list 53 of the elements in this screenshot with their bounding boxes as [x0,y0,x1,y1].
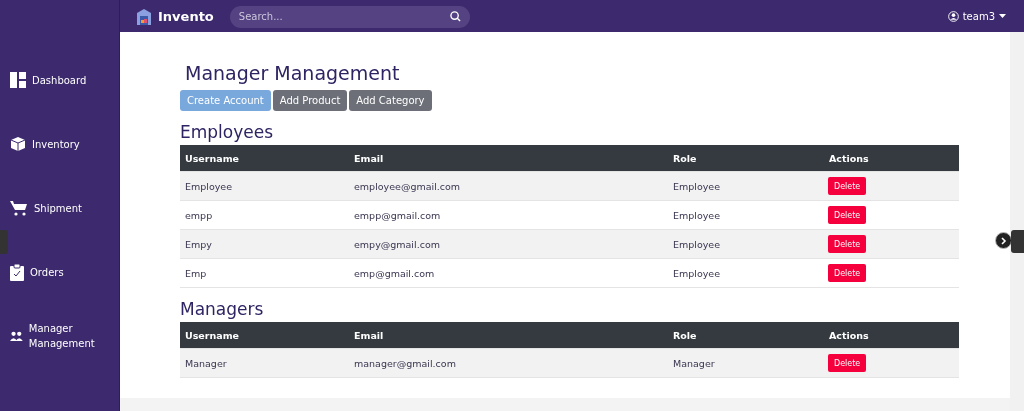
action-button[interactable]: Add Product [272,90,348,111]
delete-button[interactable]: Delete [828,235,867,253]
drawer-handle[interactable] [1011,230,1024,253]
user-icon [947,10,959,22]
table-cell-text: Manager [672,357,716,369]
sidebar-item[interactable]: Orders [0,240,119,304]
column-header: Username [184,329,240,341]
dashboard-icon [10,72,26,88]
table-cell-text: Manager [184,357,228,369]
user-menu[interactable]: team3 [947,10,1006,22]
table-cell-text: Empy [184,238,213,250]
table-cell-text: Employee [672,180,722,192]
column-header: Actions [828,152,870,164]
delete-button[interactable]: Delete [828,354,867,372]
column-header: Role [672,152,698,164]
section-title: Managers [180,299,265,319]
sidebar-item[interactable]: Shipment [0,176,119,240]
clipboard-icon [10,263,24,281]
column-header: Email [353,152,385,164]
table-cell-text: Employee [184,180,234,192]
chevron-right-icon [1000,236,1007,245]
column-header: Username [184,152,240,164]
table-cell-text: Employee [672,209,722,221]
action-button[interactable]: Add Category [349,90,432,111]
sidebar-item[interactable]: Dashboard [0,48,119,112]
caret-icon [999,14,1006,18]
table-cell-text: Employee [672,267,722,279]
table-cell-text: empp [184,209,214,221]
brand-name: Invento [158,8,214,24]
table-cell-text: manager@gmail.com [353,357,457,369]
search-icon[interactable] [449,10,461,22]
column-header: Email [353,329,385,341]
table-cell-text: employee@gmail.com [353,180,462,192]
sidebar-item[interactable]: Inventory [0,112,119,176]
delete-button[interactable]: Delete [828,206,867,224]
section-title: Employees [180,122,275,142]
box-icon [10,136,26,152]
table-cell-text: Employee [672,238,722,250]
page-title: Manager Management [185,62,401,84]
table-cell-text: empy@gmail.com [353,238,441,250]
drawer-handle[interactable] [0,230,8,254]
warehouse-logo-icon [136,7,152,25]
sidebar-item[interactable]: Manager Management [0,304,119,368]
users-icon [10,329,23,343]
table-cell-text: emp@gmail.com [353,267,436,279]
column-header: Role [672,329,698,341]
table-cell-text: empp@gmail.com [353,209,442,221]
search-field[interactable]: Search... [229,5,470,28]
cart-icon [10,200,28,216]
table-cell-text: Emp [184,267,208,279]
column-header: Actions [828,329,870,341]
delete-button[interactable]: Delete [828,177,867,195]
delete-button[interactable]: Delete [828,264,867,282]
